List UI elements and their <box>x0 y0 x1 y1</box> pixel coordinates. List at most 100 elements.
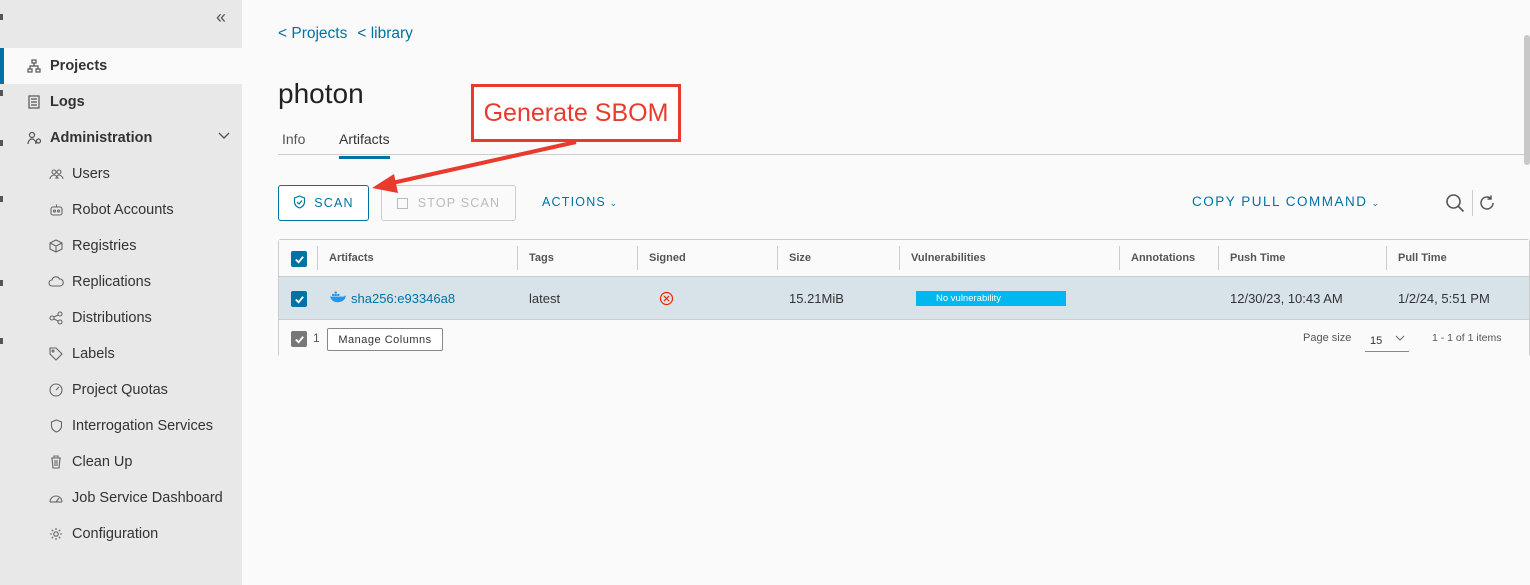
copy-pull-command-dropdown[interactable]: COPY PULL COMMAND ⌄ <box>1192 194 1381 209</box>
sidebar-item-label: Registries <box>72 238 137 254</box>
artifact-digest: sha256:e93346a8 <box>351 291 456 306</box>
actions-dropdown[interactable]: ACTIONS ⌄ <box>542 195 618 209</box>
page-size-select[interactable]: 15 <box>1365 328 1409 352</box>
users-icon <box>48 166 64 182</box>
distributions-icon <box>48 310 64 326</box>
sidebar-item-logs[interactable]: Logs <box>0 84 242 120</box>
projects-icon <box>26 58 42 74</box>
dashboard-icon <box>48 490 64 506</box>
pagination-info: 1 - 1 of 1 items <box>1432 332 1502 344</box>
page-size-label: Page size <box>1303 332 1352 344</box>
sidebar-item-label: Logs <box>50 94 85 110</box>
shield-icon <box>48 418 64 434</box>
table-row[interactable]: sha256:e93346a8 latest 15.21MiB No vulne… <box>279 277 1529 320</box>
sidebar-item-label: Configuration <box>72 526 159 542</box>
tab-bar: Info Artifacts <box>278 127 1528 159</box>
sidebar-item-registries[interactable]: Registries <box>0 228 242 264</box>
sidebar-item-administration[interactable]: Administration <box>0 120 242 156</box>
sidebar-item-clean-up[interactable]: Clean Up <box>0 444 242 480</box>
column-header-size[interactable]: Size <box>777 240 811 277</box>
vulnerability-status-bar[interactable]: No vulnerability <box>916 291 1066 306</box>
column-header-tags[interactable]: Tags <box>517 240 554 277</box>
administration-icon <box>26 130 42 146</box>
vertical-scrollbar[interactable] <box>1524 35 1530 165</box>
shield-check-icon <box>293 194 306 212</box>
column-header-vulnerabilities[interactable]: Vulnerabilities <box>899 240 986 277</box>
tab-artifacts[interactable]: Artifacts <box>339 131 390 159</box>
quotas-icon <box>48 382 64 398</box>
collapse-sidebar-icon[interactable]: « <box>216 8 234 26</box>
chevron-down-icon: ⌄ <box>1367 198 1381 208</box>
search-icon[interactable] <box>1445 193 1465 213</box>
table-footer: 1 Manage Columns Page size 15 1 - 1 of 1… <box>279 320 1529 357</box>
sidebar-item-label: Replications <box>72 274 151 290</box>
signed-cell <box>647 277 674 320</box>
sidebar-item-replications[interactable]: Replications <box>0 264 242 300</box>
sidebar-item-configuration[interactable]: Configuration <box>0 516 242 552</box>
chevron-down-icon: ⌄ <box>605 198 619 208</box>
stop-icon <box>396 197 408 209</box>
sidebar-item-labels[interactable]: Labels <box>0 336 242 372</box>
breadcrumb: < Projects < library <box>278 25 413 43</box>
column-header-signed[interactable]: Signed <box>637 240 686 277</box>
trash-icon <box>48 454 64 470</box>
actions-label: ACTIONS <box>542 195 606 209</box>
annotation-callout: Generate SBOM <box>471 84 681 142</box>
robot-icon <box>48 202 64 218</box>
registries-icon <box>48 238 64 254</box>
sidebar-item-label: Administration <box>50 130 153 146</box>
page-title: photon <box>278 78 364 109</box>
chevron-down-icon[interactable] <box>218 129 230 145</box>
stop-scan-label: STOP SCAN <box>417 196 501 210</box>
labels-icon <box>48 346 64 362</box>
push-time-cell: 12/30/23, 10:43 AM <box>1230 291 1343 306</box>
toolbar-divider <box>1472 190 1473 216</box>
replications-icon <box>48 274 64 290</box>
scan-button[interactable]: SCAN <box>278 185 369 221</box>
refresh-icon[interactable] <box>1478 194 1496 212</box>
tags-cell: latest <box>529 291 561 306</box>
sidebar-item-projects[interactable]: Projects <box>0 48 242 84</box>
sidebar-item-label: Labels <box>72 346 115 362</box>
size-cell: 15.21MiB <box>789 291 844 306</box>
sidebar-item-project-quotas[interactable]: Project Quotas <box>0 372 242 408</box>
column-header-pull-time[interactable]: Pull Time <box>1386 240 1447 277</box>
logs-icon <box>26 94 42 110</box>
sidebar-item-robot-accounts[interactable]: Robot Accounts <box>0 192 242 228</box>
sidebar-item-interrogation-services[interactable]: Interrogation Services <box>0 408 242 444</box>
sidebar-item-label: Project Quotas <box>72 382 168 398</box>
page-size-value: 15 <box>1370 335 1383 347</box>
column-header-push-time[interactable]: Push Time <box>1218 240 1285 277</box>
artifact-cell: sha256:e93346a8 <box>317 277 455 320</box>
sidebar-item-label: Interrogation Services <box>72 418 214 434</box>
sidebar-item-label: Distributions <box>72 310 152 326</box>
artifact-link[interactable]: sha256:e93346a8 <box>329 277 455 320</box>
column-header-annotations[interactable]: Annotations <box>1119 240 1195 277</box>
breadcrumb-projects-link[interactable]: < Projects <box>278 25 347 43</box>
gear-icon <box>48 526 64 542</box>
sidebar-item-label: Robot Accounts <box>72 202 174 218</box>
manage-columns-button[interactable]: Manage Columns <box>327 328 443 351</box>
sidebar-item-label: Job Service Dashboard <box>72 490 223 506</box>
annotations-cell <box>1119 277 1131 320</box>
column-header-artifacts[interactable]: Artifacts <box>317 240 374 277</box>
pull-time-cell: 1/2/24, 5:51 PM <box>1398 291 1490 306</box>
not-signed-icon <box>659 291 674 309</box>
sidebar-item-distributions[interactable]: Distributions <box>0 300 242 336</box>
sidebar-item-label: Clean Up <box>72 454 133 470</box>
sidebar-item-users[interactable]: Users <box>0 156 242 192</box>
sidebar-item-label: Projects <box>50 58 108 74</box>
tab-info[interactable]: Info <box>282 131 305 155</box>
breadcrumb-library-link[interactable]: < library <box>357 25 413 43</box>
docker-icon <box>329 277 346 320</box>
sidebar-item-job-service-dashboard[interactable]: Job Service Dashboard <box>0 480 242 516</box>
selection-checkbox[interactable] <box>291 331 307 347</box>
table-header: Artifacts Tags Signed Size Vulnerabiliti… <box>279 240 1529 277</box>
sidebar-item-label: Users <box>72 166 110 182</box>
chevron-down-icon <box>1395 328 1405 354</box>
row-checkbox[interactable] <box>291 291 307 307</box>
scan-button-label: SCAN <box>314 196 354 210</box>
stop-scan-button[interactable]: STOP SCAN <box>381 185 516 221</box>
selected-count: 1 <box>313 331 320 345</box>
select-all-checkbox[interactable] <box>291 251 307 267</box>
